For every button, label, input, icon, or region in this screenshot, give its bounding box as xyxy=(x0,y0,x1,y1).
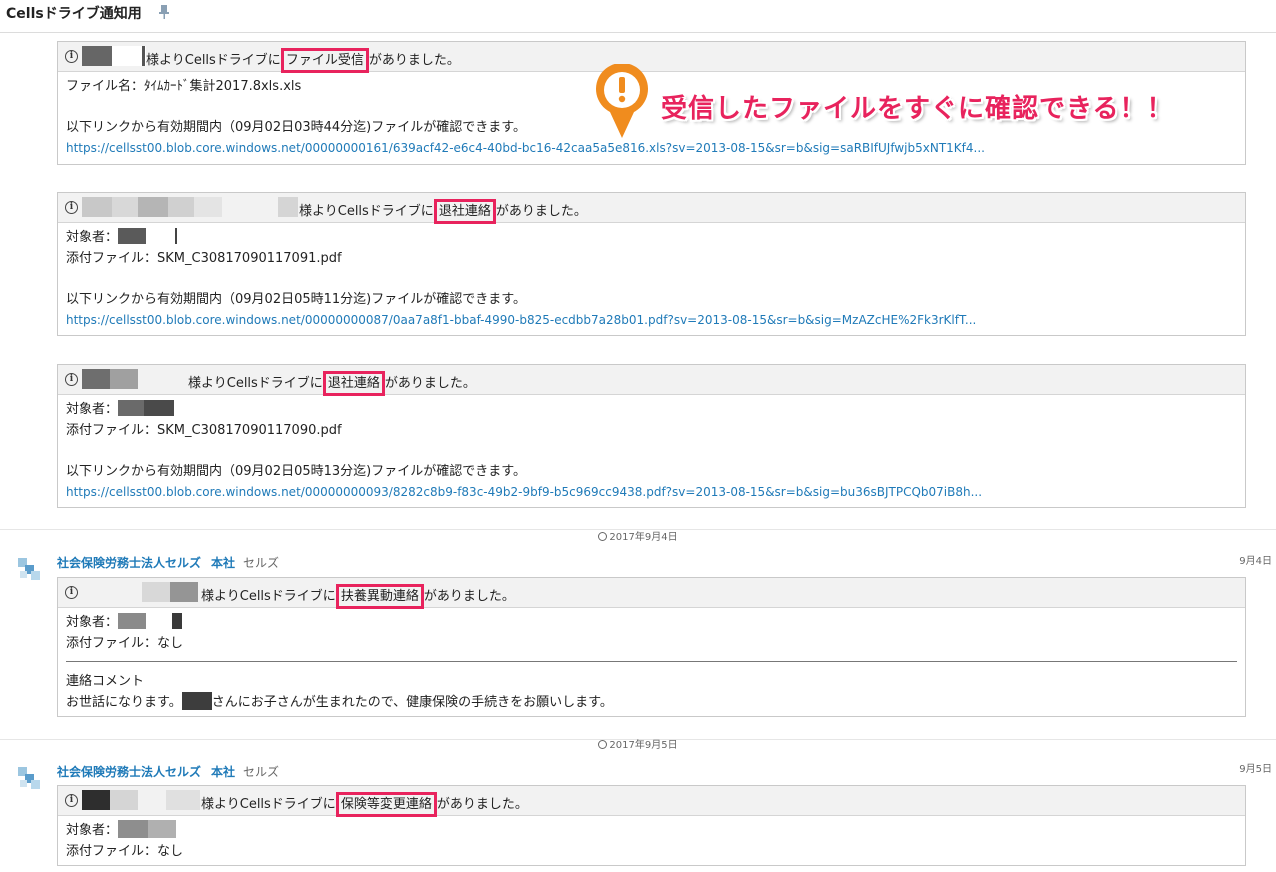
sender-name: セルズ xyxy=(243,765,280,779)
redacted-name xyxy=(118,400,145,416)
redacted-name xyxy=(118,228,147,244)
expiry-line: 以下リンクから有効期間内（09月02日05時11分迄)ファイルが確認できます。 xyxy=(66,292,526,307)
clock-icon xyxy=(598,740,608,749)
target-person-line: 対象者： xyxy=(66,612,1237,633)
expiry-line: 以下リンクから有効期間内（09月02日05時13分迄)ファイルが確認できます。 xyxy=(66,464,526,479)
download-link[interactable]: https://cellsst00.blob.core.windows.net/… xyxy=(66,482,1237,503)
info-icon: i xyxy=(65,586,78,599)
redacted-name xyxy=(278,197,298,217)
message-date: 9月5日 xyxy=(1239,764,1272,775)
sender-branch[interactable]: 本社 xyxy=(211,765,235,779)
download-link[interactable]: https://cellsst00.blob.core.windows.net/… xyxy=(66,310,1237,331)
target-person-line: 対象者： xyxy=(66,399,1237,420)
notice-type-highlight: 退社連絡 xyxy=(433,199,496,224)
target-person-line: 対象者： xyxy=(66,820,1237,841)
sender-branch[interactable]: 本社 xyxy=(211,556,235,570)
redacted-name xyxy=(82,46,112,66)
redacted-name xyxy=(172,613,183,629)
notice-header-text: がありました。 xyxy=(368,53,460,68)
redacted-name xyxy=(82,790,110,810)
redacted-name xyxy=(170,582,198,602)
redacted-name xyxy=(118,820,149,838)
redacted-name xyxy=(118,613,147,629)
redacted-name xyxy=(112,197,138,217)
sender-organization[interactable]: 社会保険労務士法人セルズ xyxy=(57,556,201,570)
message-sender: 社会保険労務士法人セルズ 本社 セルズ xyxy=(57,763,279,780)
sender-name: セルズ xyxy=(243,556,280,570)
pin-icon[interactable] xyxy=(158,4,170,20)
redacted-name xyxy=(82,369,110,389)
info-icon: i xyxy=(65,373,78,386)
notice-header-text: 様よりCellsドライブに xyxy=(299,204,434,219)
notice-header-text: がありました。 xyxy=(495,204,587,219)
redacted-name xyxy=(181,692,212,710)
redacted-name xyxy=(194,197,222,217)
message-date: 9月4日 xyxy=(1239,556,1272,567)
notice-header: i 様よりCellsドライブに 保険等変更連絡 がありました。 xyxy=(58,786,1245,817)
notice-type-highlight: 退社連絡 xyxy=(322,371,385,396)
notice-card: i 様よりCellsドライブに 保険等変更連絡 がありました。 対象者： 添付ファイ… xyxy=(57,785,1246,866)
notice-type-highlight: ファイル受信 xyxy=(280,48,369,73)
redacted-name xyxy=(110,369,138,389)
attachment-line: 添付ファイル：SKM_C30817090117090.pdf xyxy=(66,423,342,438)
notice-body: 対象者： 添付ファイル：SKM_C30817090117091.pdf 以下リン… xyxy=(58,223,1245,339)
info-icon: i xyxy=(65,201,78,214)
comment-text: お世話になります。 さんにお子さんが生まれたので、健康保険の手続きをお願いします。 xyxy=(66,692,1237,713)
date-separator: 2017年9月5日 xyxy=(0,736,1276,751)
notice-header: i 様よりCellsドライブに 扶養異動連絡 がありました。 xyxy=(58,578,1245,609)
attachment-line: 添付ファイル：SKM_C30817090117091.pdf xyxy=(66,251,342,266)
notice-card: i 様よりCellsドライブに 退社連絡 がありました。 対象者： 添付ファイル：S… xyxy=(57,192,1246,336)
channel-title: Cellsドライブ通知用 xyxy=(6,6,142,22)
info-icon: i xyxy=(65,794,78,807)
notice-header-text: 様よりCellsドライブに xyxy=(146,53,281,68)
notice-header-text: がありました。 xyxy=(384,376,476,391)
notice-header-text: がありました。 xyxy=(436,797,528,812)
notice-header: i 様よりCellsドライブに 退社連絡 がありました。 xyxy=(58,193,1245,224)
redacted-name xyxy=(166,790,200,810)
redacted-name xyxy=(148,820,177,838)
comment-divider xyxy=(66,661,1237,662)
notice-header: i 様よりCellsドライブに 退社連絡 がありました。 xyxy=(58,365,1245,396)
callout-text: 受信したファイルをすぐに確認できる！！ xyxy=(661,94,1174,124)
notice-header-text: 様よりCellsドライブに xyxy=(188,376,323,391)
attachment-line: 添付ファイル：なし xyxy=(66,844,184,859)
notice-header-text: 様よりCellsドライブに xyxy=(201,589,336,604)
download-link[interactable]: https://cellsst00.blob.core.windows.net/… xyxy=(66,138,1237,159)
date-separator: 2017年9月4日 xyxy=(0,528,1276,543)
redacted-name xyxy=(138,197,168,217)
message-sender: 社会保険労務士法人セルズ 本社 セルズ xyxy=(57,554,279,571)
redacted-name xyxy=(110,790,138,810)
redacted-name xyxy=(142,46,145,66)
notice-header-text: がありました。 xyxy=(423,589,515,604)
cells-logo-icon xyxy=(18,767,40,789)
attachment-line: 添付ファイル：なし xyxy=(66,636,184,651)
notice-card: i 様よりCellsドライブに 扶養異動連絡 がありました。 対象者： 添付ファイル… xyxy=(57,577,1246,717)
exclamation-icon xyxy=(596,64,648,138)
redacted-name xyxy=(144,400,175,416)
redacted-name xyxy=(168,197,194,217)
target-person-line: 対象者： xyxy=(66,227,1237,248)
redacted-name xyxy=(112,46,146,66)
redacted-name xyxy=(175,228,178,244)
notice-body: 対象者： 添付ファイル：なし xyxy=(58,816,1245,870)
notice-header-text: 様よりCellsドライブに xyxy=(201,797,336,812)
channel-header: Cellsドライブ通知用 xyxy=(0,0,1276,33)
notice-card: i 様よりCellsドライブに 退社連絡 がありました。 対象者： 添付ファイル：S… xyxy=(57,364,1246,508)
sender-organization[interactable]: 社会保険労務士法人セルズ xyxy=(57,765,201,779)
notice-type-highlight: 保険等変更連絡 xyxy=(335,792,437,817)
redacted-name xyxy=(82,197,112,217)
notice-body: 対象者： 添付ファイル：なし 連絡コメント お世話になります。 さんにお子さんが生… xyxy=(58,608,1245,721)
comment-label: 連絡コメント xyxy=(66,674,145,689)
redacted-name xyxy=(138,369,188,389)
notice-type-highlight: 扶養異動連絡 xyxy=(335,584,424,609)
notice-body: 対象者： 添付ファイル：SKM_C30817090117090.pdf 以下リン… xyxy=(58,395,1245,511)
cells-logo-icon xyxy=(18,558,40,580)
info-icon: i xyxy=(65,50,78,63)
notice-header: i 様よりCellsドライブに ファイル受信 がありました。 xyxy=(58,42,1245,73)
redacted-name xyxy=(142,582,170,602)
clock-icon xyxy=(598,532,608,541)
